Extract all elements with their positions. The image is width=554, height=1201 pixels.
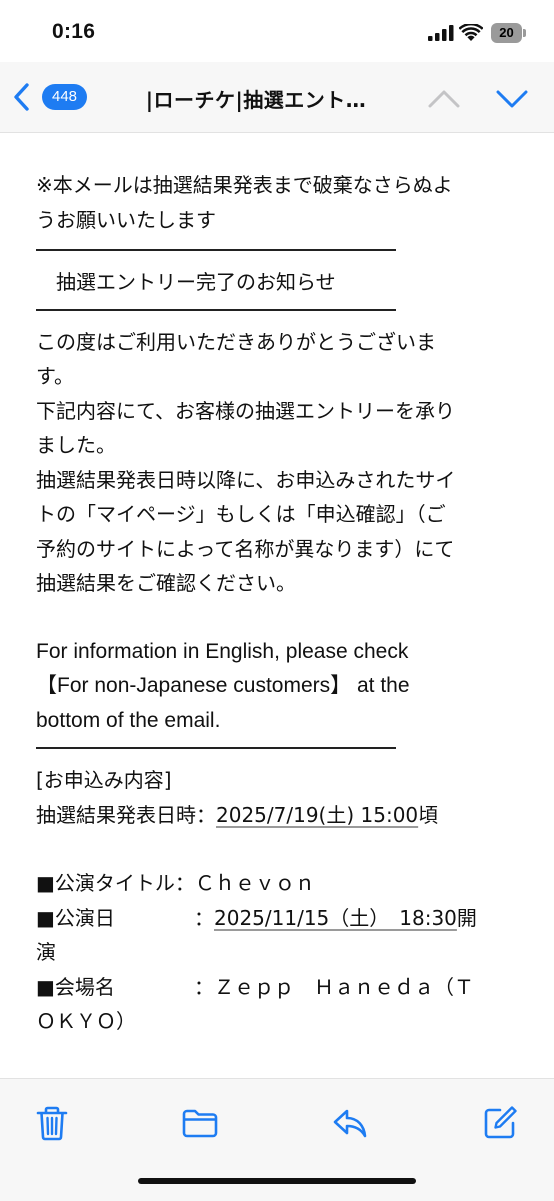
- battery-tip: [523, 29, 526, 37]
- folder-icon: [182, 1109, 218, 1138]
- body-line: この度はご利用いただきありがとうございま: [36, 329, 436, 354]
- trash-icon: [36, 1106, 68, 1141]
- battery-indicator: 20: [491, 23, 522, 43]
- announce-label: 抽選結果発表日時：: [36, 802, 216, 827]
- body-line: トの「マイページ」もしくは「申込確認」（ご: [36, 502, 446, 526]
- reply-button[interactable]: [330, 1103, 370, 1143]
- body-line: 予約のサイトによって名称が異なります）にて: [36, 536, 455, 561]
- english-notice-line: 【For non-Japanese customers】 at the: [36, 674, 410, 697]
- trash-button[interactable]: [32, 1103, 72, 1143]
- home-indicator: [138, 1178, 416, 1184]
- performance-date-row-wrap: 演: [36, 940, 56, 964]
- body-line: 抽選結果をご確認ください。: [36, 571, 296, 595]
- body-line: ました。: [36, 433, 116, 457]
- unread-count-badge: 448: [42, 84, 88, 110]
- performance-title-label: ■公演タイトル：: [36, 871, 195, 895]
- cellular-signal-icon: [428, 25, 454, 41]
- announce-row: 抽選結果発表日時：2025/7/19(土) 15:00頃: [36, 798, 536, 833]
- back-to-inbox-button[interactable]: 448: [8, 78, 100, 118]
- compose-icon: [484, 1106, 517, 1139]
- divider-line: [36, 249, 396, 251]
- english-notice-line: bottom of the email.: [36, 708, 221, 732]
- email-body: ※本メールは抽選結果発表まで破棄なさらぬよ うお願いいたします 抽選エントリー完…: [36, 133, 536, 1078]
- venue-label: ■会場名: [36, 974, 115, 999]
- previous-email-button[interactable]: [424, 82, 464, 116]
- email-subject-title: |ローチケ|抽選エント…: [145, 88, 367, 112]
- body-line: 下記内容にて、お客様の抽選エントリーを承り: [36, 398, 455, 423]
- announce-date-link[interactable]: 2025/7/19(土) 15:00: [216, 803, 418, 827]
- wifi-icon: [459, 24, 483, 41]
- performance-date-link[interactable]: 2025/11/15（土） 18:30: [214, 906, 457, 930]
- performance-title-row: ■公演タイトル：Ｃｈｅｖｏｎ: [36, 866, 536, 901]
- section-label: [お申込み内容]: [36, 768, 172, 792]
- venue-value: Ｚｅｐｐ Ｈａｎｅｄａ（Ｔ: [214, 974, 474, 999]
- body-line: す。: [36, 364, 74, 388]
- chevron-left-icon: [14, 83, 29, 111]
- mail-nav-header: 448 |ローチケ|抽選エント…: [0, 62, 554, 133]
- performance-title-value: Ｃｈｅｖｏｎ: [194, 871, 315, 895]
- divider-line: [36, 747, 396, 749]
- divider-line: [36, 308, 396, 311]
- chevron-up-icon: [428, 90, 460, 108]
- venue-colon: ：: [194, 974, 214, 999]
- body-line: 抽選結果発表日時以降に、お申込みされたサイ: [36, 467, 456, 492]
- chevron-down-icon: [496, 90, 528, 108]
- venue-row-wrap: ＯＫＹＯ）: [36, 1009, 136, 1033]
- performance-date-suffix: 開: [456, 905, 477, 930]
- email-heading: 抽選エントリー完了のお知らせ: [56, 270, 336, 294]
- performance-date-colon: ：: [194, 905, 214, 930]
- status-time: 0:16: [52, 20, 96, 43]
- announce-suffix: 頃: [418, 802, 439, 827]
- notice-line: ※本メールは抽選結果発表まで破棄なさらぬよ: [36, 173, 453, 197]
- compose-button[interactable]: [480, 1103, 520, 1143]
- english-notice-line: For information in English, please check: [36, 639, 409, 663]
- next-email-button[interactable]: [492, 82, 532, 116]
- status-bar: 0:16 20: [0, 0, 554, 62]
- performance-date-row: ■公演日 ：2025/11/15（土） 18:30開: [36, 901, 536, 936]
- move-to-folder-button[interactable]: [180, 1103, 220, 1143]
- reply-icon: [333, 1109, 367, 1138]
- performance-date-label: ■公演日: [36, 905, 115, 930]
- notice-line: うお願いいたします: [36, 207, 216, 232]
- venue-row: ■会場名 ：Ｚｅｐｐ Ｈａｎｅｄａ（Ｔ: [36, 970, 536, 1005]
